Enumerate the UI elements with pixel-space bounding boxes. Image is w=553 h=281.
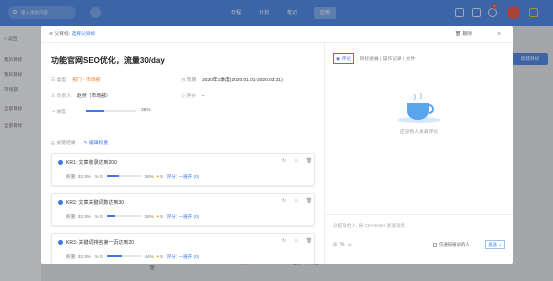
tab-files[interactable]: 文件 xyxy=(406,57,416,62)
mention-icon[interactable]: % xyxy=(340,242,344,248)
progress-field: ⇢ 进度 xyxy=(51,110,66,115)
tab-progress[interactable]: 目标进展 xyxy=(359,57,378,62)
notify-checkbox[interactable]: 仅通知被@的人 xyxy=(433,242,470,248)
period-field: ◷ 周期 2020年1季度(2020.01.01-2020.03.31) xyxy=(181,78,283,83)
comment-box: @提及他人, 按 Ctrl+Enter 发送消息 ⊘ % ☺ 仅通知被@的人 发… xyxy=(325,214,513,264)
tab-log[interactable]: 操作记录 xyxy=(383,57,402,62)
kr-status-icon xyxy=(58,200,63,205)
attachment-icon[interactable]: ⊘ xyxy=(333,242,337,248)
comment-panel: ◉ 评论 目标进展 | 操作记录 | 文件 还没有人发表评论 @提及他人, 按 … xyxy=(325,43,513,264)
score-field: ◇ 评分 -- xyxy=(181,94,205,99)
empty-cup-icon xyxy=(397,92,441,123)
bulb-icon[interactable]: ♘ xyxy=(294,238,298,244)
kr-status-icon xyxy=(58,240,63,245)
empty-comment-text: 还没有人发表评论 xyxy=(399,130,439,135)
comment-input[interactable]: @提及他人, 按 Ctrl+Enter 发送消息 xyxy=(333,223,405,229)
refresh-icon[interactable]: ↻ xyxy=(282,238,286,244)
send-button[interactable]: 发送 ⌄ xyxy=(485,240,505,249)
goal-info-panel: 功能官网SEO优化，流量30/day ☷ 类型 部门 - 市场部 ◷ 周期 2020… xyxy=(41,43,325,264)
kr-card[interactable]: KR1: 文章收录达到200 ↻ ♘ 🗑 权重: 33.3% % 0 36% ♥ … xyxy=(51,153,315,186)
breadcrumb: ⊘ 父目标: 选择父目标 xyxy=(49,32,96,37)
trash-icon[interactable]: 🗑 xyxy=(306,198,312,204)
progress-bar[interactable] xyxy=(86,110,136,112)
edit-weight-link[interactable]: ✎ 编辑权重 xyxy=(84,141,109,146)
panel-tabs: ◉ 评论 目标进展 | 操作记录 | 文件 xyxy=(333,53,415,64)
tab-comments[interactable]: ◉ 评论 xyxy=(333,53,355,64)
modal-header: ⊘ 父目标: 选择父目标 🗑 删除 × xyxy=(41,26,513,43)
type-field: ☷ 类型 部门 - 市场部 xyxy=(51,78,101,83)
select-parent-link[interactable]: 选择父目标 xyxy=(71,32,95,37)
goal-detail-modal: ⊘ 父目标: 选择父目标 🗑 删除 × 功能官网SEO优化，流量30/day ☷… xyxy=(41,26,513,264)
progress-value: 35% xyxy=(141,108,151,113)
delete-button[interactable]: 🗑 删除 xyxy=(455,26,472,43)
kr-status-icon xyxy=(58,160,63,165)
goal-title[interactable]: 功能官网SEO优化，流量30/day xyxy=(51,55,165,66)
trash-icon[interactable]: 🗑 xyxy=(306,158,312,164)
close-icon[interactable]: × xyxy=(497,26,501,43)
key-results-header: ⊑ 关键结果 ✎ 编辑权重 xyxy=(51,141,109,146)
refresh-icon[interactable]: ↻ xyxy=(282,198,286,204)
bulb-icon[interactable]: ♘ xyxy=(294,158,298,164)
owner-field: ♙ 负责人 赵然（市场部） xyxy=(51,94,111,99)
trash-icon[interactable]: 🗑 xyxy=(306,238,312,244)
kr-card[interactable]: KR2: 文章关键词数达到30 ↻ ♘ 🗑 权重: 33.3% % 0 26% ♥… xyxy=(51,193,315,226)
kr-card[interactable]: KR3: 关键词排名第一页达到20 ↻ ♘ 🗑 权重: 33.3% % 0 44%… xyxy=(51,233,315,264)
refresh-icon[interactable]: ↻ xyxy=(282,158,286,164)
bulb-icon[interactable]: ♘ xyxy=(294,198,298,204)
emoji-icon[interactable]: ☺ xyxy=(347,242,352,248)
